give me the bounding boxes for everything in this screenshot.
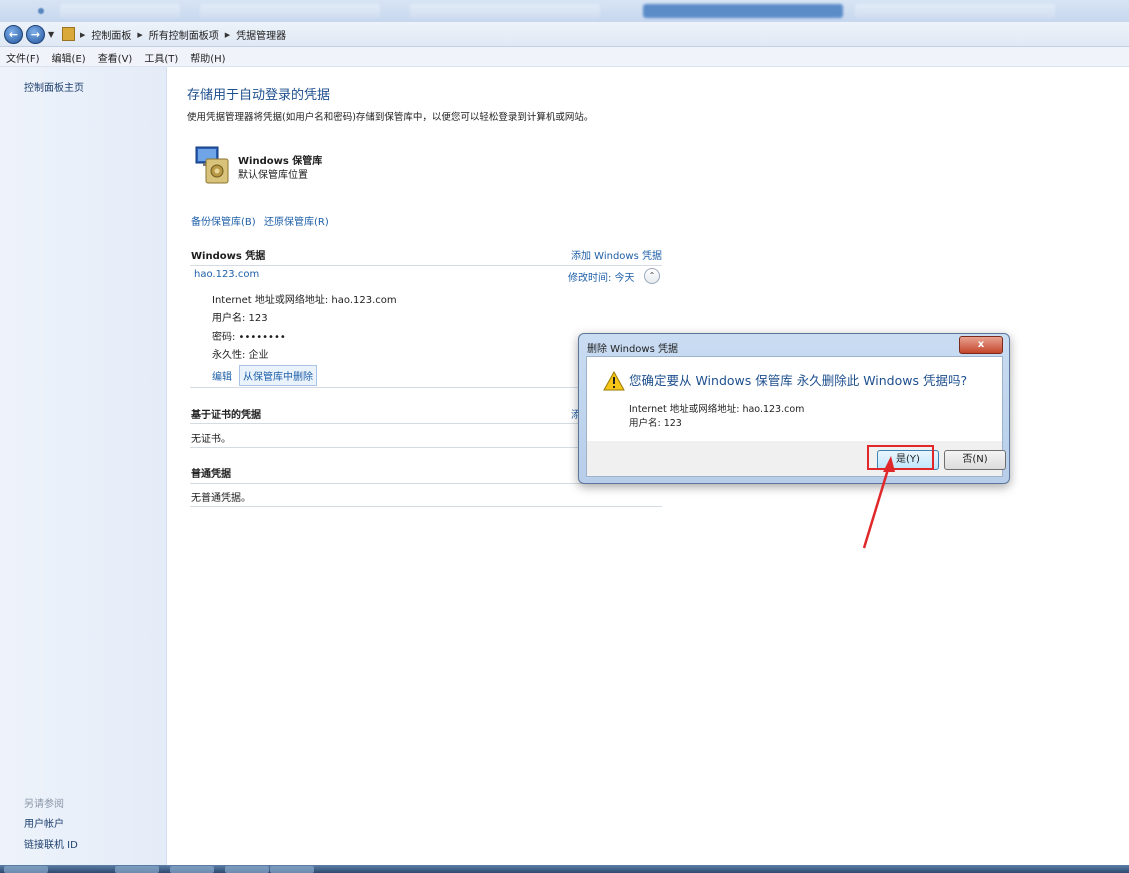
history-dropdown-icon[interactable]: ▼ (48, 30, 54, 39)
control-panel-home-link[interactable]: 控制面板主页 (24, 79, 84, 94)
sidebar: 控制面板主页 另请参阅 用户帐户 链接联机 ID (0, 67, 167, 865)
windows-credentials-heading: Windows 凭据 (191, 251, 266, 262)
chevron-up-icon[interactable]: ⌃ (644, 268, 660, 284)
menu-bar: 文件(F) 编辑(E) 查看(V) 工具(T) 帮助(H) (0, 47, 1129, 67)
credential-address: Internet 地址或网络地址: hao.123.com (212, 295, 397, 306)
user-accounts-link[interactable]: 用户帐户 (24, 815, 64, 830)
breadcrumb-item[interactable]: 所有控制面板项 (149, 27, 219, 42)
restore-vault-link[interactable]: 还原保管库(R) (264, 213, 329, 228)
chevron-right-icon: ▶ (80, 30, 86, 39)
forward-arrow-icon[interactable]: → (26, 25, 45, 44)
credential-name[interactable]: hao.123.com (194, 269, 259, 280)
generic-credentials-heading: 普通凭据 (191, 469, 231, 480)
back-arrow-icon[interactable]: ← (4, 25, 23, 44)
menu-tools[interactable]: 工具(T) (138, 47, 184, 66)
dialog-title: 删除 Windows 凭据 (587, 344, 678, 355)
dialog-body: 您确定要从 Windows 保管库 永久删除此 Windows 凭据吗? Int… (586, 356, 1003, 442)
dialog-username: 用户名: 123 (629, 418, 682, 429)
menu-view[interactable]: 查看(V) (92, 47, 139, 66)
see-also-heading: 另请参阅 (24, 799, 64, 810)
chevron-right-icon: ▶ (137, 30, 143, 39)
taskbar-item[interactable] (225, 866, 269, 873)
control-panel-icon (62, 27, 75, 41)
browser-tab[interactable] (855, 4, 1055, 18)
divider (190, 265, 662, 266)
browser-tab-active[interactable] (643, 4, 843, 18)
backup-vault-link[interactable]: 备份保管库(B) (191, 213, 256, 228)
breadcrumb-item[interactable]: 凭据管理器 (236, 27, 286, 42)
credential-modified: 修改时间: 今天 (568, 273, 635, 284)
taskbar-item[interactable] (270, 866, 314, 873)
browser-tab[interactable] (200, 4, 380, 18)
chevron-right-icon: ▶ (224, 30, 231, 39)
edit-credential-link[interactable]: 编辑 (212, 368, 232, 383)
dialog-address: Internet 地址或网络地址: hao.123.com (629, 404, 805, 415)
tab-favicon-icon (38, 8, 44, 14)
credential-password: 密码: •••••••• (212, 332, 286, 343)
close-icon[interactable]: x (959, 336, 1003, 354)
no-generic-credentials-text: 无普通凭据。 (191, 493, 251, 504)
menu-help[interactable]: 帮助(H) (184, 47, 231, 66)
remove-from-vault-link[interactable]: 从保管库中删除 (239, 365, 317, 386)
address-bar: ← → ▼ ▶ 控制面板 ▶ 所有控制面板项 ▶ 凭据管理器 (0, 22, 1129, 47)
page-title: 存储用于自动登录的凭据 (187, 88, 331, 103)
certificate-credentials-heading: 基于证书的凭据 (191, 410, 261, 421)
breadcrumb-item[interactable]: 控制面板 (91, 27, 131, 42)
credential-persistence: 永久性: 企业 (212, 350, 269, 361)
browser-tab-strip (0, 0, 1129, 22)
browser-tab[interactable] (60, 4, 180, 18)
dialog-question: 您确定要从 Windows 保管库 永久删除此 Windows 凭据吗? (629, 373, 968, 388)
browser-tab[interactable] (410, 4, 600, 18)
delete-credential-dialog: 删除 Windows 凭据 x 您确定要从 Windows 保管库 永久删除此 … (578, 333, 1010, 484)
menu-edit[interactable]: 编辑(E) (46, 47, 92, 66)
no-certificates-text: 无证书。 (191, 434, 231, 445)
dialog-footer: 是(Y) 否(N) (586, 441, 1006, 477)
vault-name: Windows 保管库 (238, 156, 323, 167)
taskbar (0, 865, 1129, 873)
warning-icon (603, 371, 625, 391)
no-button[interactable]: 否(N) (944, 450, 1006, 470)
credential-username: 用户名: 123 (212, 313, 268, 324)
menu-file[interactable]: 文件(F) (0, 47, 46, 66)
taskbar-item[interactable] (115, 866, 159, 873)
start-button[interactable] (4, 866, 48, 873)
page-description: 使用凭据管理器将凭据(如用户名和密码)存储到保管库中，以便您可以轻松登录到计算机… (187, 112, 594, 123)
vault-location: 默认保管库位置 (238, 170, 308, 181)
add-windows-credential-link[interactable]: 添加 Windows 凭据 (571, 247, 662, 262)
divider (190, 506, 662, 507)
annotation-arrow-icon (862, 456, 895, 549)
breadcrumb: ▶ 控制面板 ▶ 所有控制面板项 ▶ 凭据管理器 (80, 27, 286, 43)
link-online-id-link[interactable]: 链接联机 ID (24, 836, 78, 851)
taskbar-item[interactable] (170, 866, 214, 873)
vault-icon (195, 146, 229, 184)
